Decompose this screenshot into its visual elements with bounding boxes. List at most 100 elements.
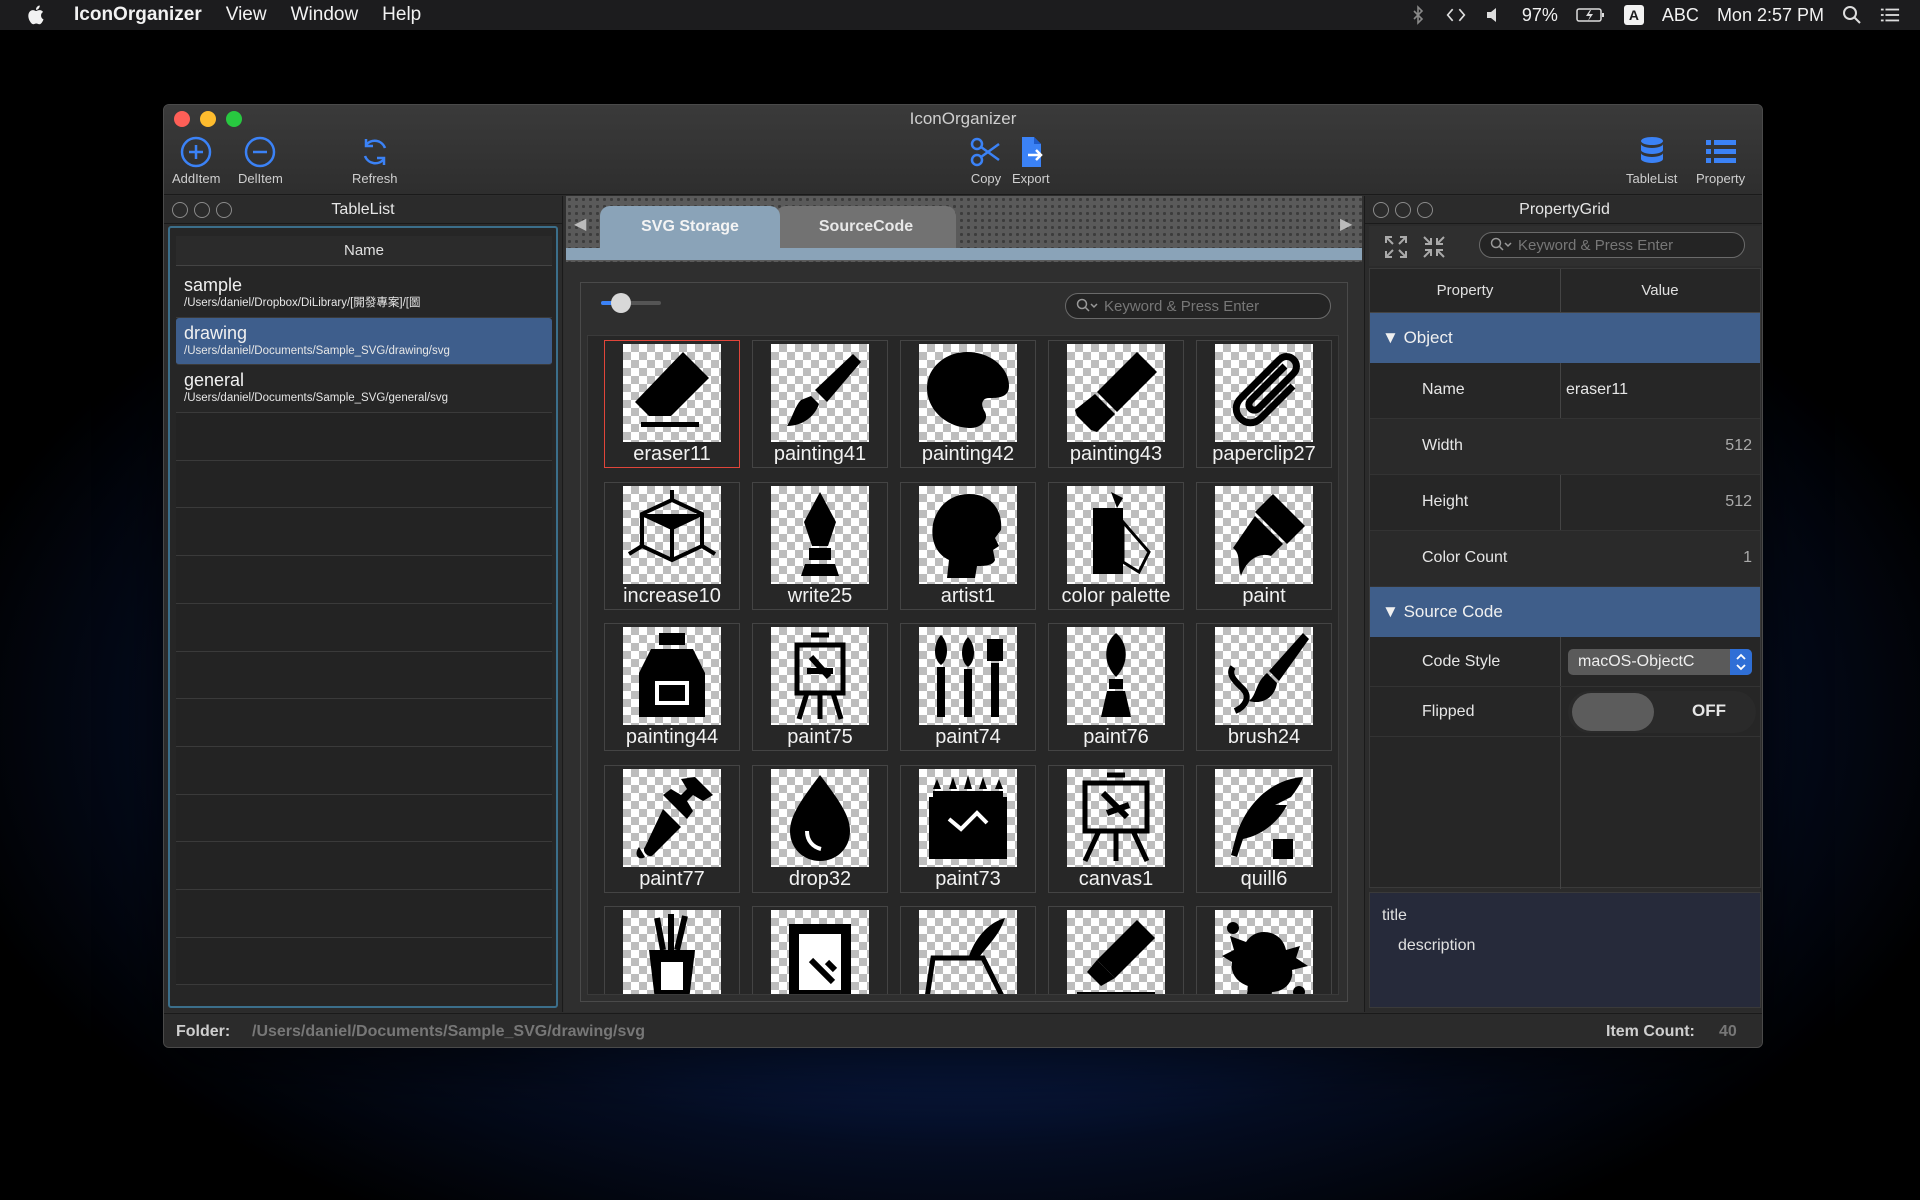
tab-scroll-right-icon[interactable]: ▶ — [1340, 214, 1358, 236]
icon-tile[interactable]: brush24 — [1196, 623, 1332, 751]
category-label: Source Code — [1403, 602, 1503, 621]
icon-tile[interactable] — [752, 906, 888, 994]
copy-button[interactable]: Copy — [969, 135, 1003, 186]
property-toggle-label: Property — [1696, 171, 1746, 186]
property-row-name[interactable]: Name eraser11 — [1370, 363, 1760, 419]
table-row[interactable]: general /Users/daniel/Documents/Sample_S… — [176, 365, 552, 414]
export-button[interactable]: Export — [1012, 135, 1050, 186]
input-source-label[interactable]: ABC — [1662, 5, 1699, 26]
bluetooth-icon[interactable] — [1408, 5, 1428, 25]
disclosure-triangle-icon[interactable]: ▼ — [1382, 602, 1399, 621]
icon-label: painting43 — [1069, 443, 1163, 465]
panel-circle-button[interactable] — [172, 202, 188, 218]
icon-tile[interactable]: canvas1 — [1048, 764, 1184, 893]
property-row-flipped[interactable]: Flipped OFF — [1370, 687, 1760, 737]
icon-tile[interactable] — [604, 906, 740, 994]
apple-logo-icon[interactable] — [26, 4, 48, 26]
menu-clock[interactable]: Mon 2:57 PM — [1717, 5, 1824, 26]
icon-tile[interactable] — [1196, 906, 1332, 994]
icon-search-field[interactable]: Keyword & Press Enter — [1065, 293, 1331, 319]
icon-tile[interactable]: quill6 — [1196, 764, 1332, 893]
menu-help[interactable]: Help — [382, 4, 421, 26]
menu-app-name[interactable]: IconOrganizer — [74, 4, 202, 26]
table-row[interactable]: sample /Users/daniel/Dropbox/DiLibrary/[… — [176, 270, 552, 318]
property-value[interactable]: eraser11 — [1566, 381, 1752, 399]
property-search-field[interactable]: Keyword & Press Enter — [1479, 232, 1745, 258]
export-label: Export — [1012, 171, 1050, 186]
value-column-header[interactable]: Value — [1560, 269, 1760, 313]
canvas-icon — [1082, 772, 1150, 862]
icon-thumbnail — [771, 627, 869, 725]
menu-window[interactable]: Window — [291, 4, 359, 26]
property-row-height[interactable]: Height 512 — [1370, 475, 1760, 531]
tab-scroll-left-icon[interactable]: ◀ — [574, 214, 592, 236]
thumbnail-size-slider[interactable] — [601, 293, 661, 313]
icon-tile[interactable]: color palette — [1048, 481, 1184, 610]
slider-knob[interactable] — [611, 293, 631, 313]
property-row-width[interactable]: Width 512 — [1370, 419, 1760, 475]
icon-label: drop32 — [788, 867, 852, 890]
name-column-header[interactable]: Name — [176, 236, 552, 266]
panel-circle-button[interactable] — [1417, 202, 1433, 218]
icon-tile[interactable]: paint74 — [900, 623, 1036, 751]
battery-icon[interactable] — [1576, 5, 1606, 25]
tab-svg-storage[interactable]: SVG Storage — [600, 206, 780, 248]
property-row-color-count[interactable]: Color Count 1 — [1370, 531, 1760, 587]
icon-tile[interactable]: paint — [1196, 481, 1332, 610]
icon-tile[interactable] — [1048, 906, 1184, 994]
icon-tile[interactable]: painting41 — [752, 340, 888, 468]
item-count-value: 40 — [1719, 1023, 1737, 1040]
refresh-label: Refresh — [352, 171, 398, 186]
folder-path: /Users/daniel/Documents/Sample_SVG/drawi… — [252, 1023, 646, 1040]
expand-all-icon[interactable] — [1383, 234, 1409, 260]
menu-view[interactable]: View — [226, 4, 267, 26]
icon-tile[interactable]: eraser11 — [604, 340, 740, 468]
icon-tile[interactable]: artist1 — [900, 481, 1036, 610]
icon-tile[interactable]: increase10 — [604, 481, 740, 610]
flipped-toggle[interactable]: OFF — [1568, 691, 1756, 733]
icon-tile[interactable]: painting44 — [604, 623, 740, 751]
icon-thumbnail — [919, 910, 1017, 994]
table-row-selected[interactable]: drawing /Users/daniel/Documents/Sample_S… — [176, 317, 552, 366]
disclosure-triangle-icon[interactable]: ▼ — [1382, 328, 1399, 347]
refresh-button[interactable]: Refresh — [352, 135, 398, 186]
add-item-button[interactable]: AddItem — [172, 135, 220, 186]
icon-tile[interactable] — [900, 906, 1036, 994]
panel-circle-button[interactable] — [1395, 202, 1411, 218]
marker-icon — [1077, 920, 1155, 994]
panel-circle-button[interactable] — [1373, 202, 1389, 218]
spotlight-search-icon[interactable] — [1842, 5, 1862, 25]
head-silhouette-icon — [932, 493, 1002, 578]
tablelist-toggle-button[interactable]: TableList — [1626, 135, 1677, 186]
icon-thumbnail — [623, 344, 721, 442]
icon-tile[interactable]: paint75 — [752, 623, 888, 751]
collapse-all-icon[interactable] — [1421, 234, 1447, 260]
select-chevron-icon[interactable] — [1730, 649, 1752, 675]
property-toggle-button[interactable]: Property — [1696, 135, 1745, 186]
palette-icon — [927, 352, 1009, 428]
brush-stroke-icon — [1228, 633, 1309, 714]
tab-sourcecode[interactable]: SourceCode — [776, 206, 956, 248]
control-center-list-icon[interactable] — [1880, 5, 1900, 25]
input-source-badge[interactable]: A — [1623, 5, 1644, 25]
category-object[interactable]: ▼ Object — [1370, 313, 1760, 363]
category-source-code[interactable]: ▼ Source Code — [1370, 587, 1760, 637]
icon-tile[interactable]: paint77 — [604, 764, 740, 893]
del-item-button[interactable]: DelItem — [238, 135, 283, 186]
icon-tile[interactable]: paint76 — [1048, 623, 1184, 751]
panel-circle-button[interactable] — [216, 202, 232, 218]
code-style-select[interactable]: macOS-ObjectC — [1568, 649, 1752, 675]
code-brackets-icon[interactable] — [1446, 5, 1466, 25]
toggle-knob[interactable] — [1572, 693, 1654, 731]
panel-circle-button[interactable] — [194, 202, 210, 218]
status-bar: Folder: /Users/daniel/Documents/Sample_S… — [164, 1013, 1762, 1047]
icon-tile[interactable]: paperclip27 — [1196, 340, 1332, 468]
volume-icon[interactable] — [1484, 5, 1504, 25]
icon-tile[interactable]: painting42 — [900, 340, 1036, 468]
icon-tile[interactable]: painting43 — [1048, 340, 1184, 468]
property-column-header[interactable]: Property — [1370, 269, 1560, 313]
icon-tile[interactable]: drop32 — [752, 764, 888, 893]
icon-tile[interactable]: write25 — [752, 481, 888, 610]
property-row-code-style[interactable]: Code Style macOS-ObjectC — [1370, 637, 1760, 687]
icon-tile[interactable]: paint73 — [900, 764, 1036, 893]
